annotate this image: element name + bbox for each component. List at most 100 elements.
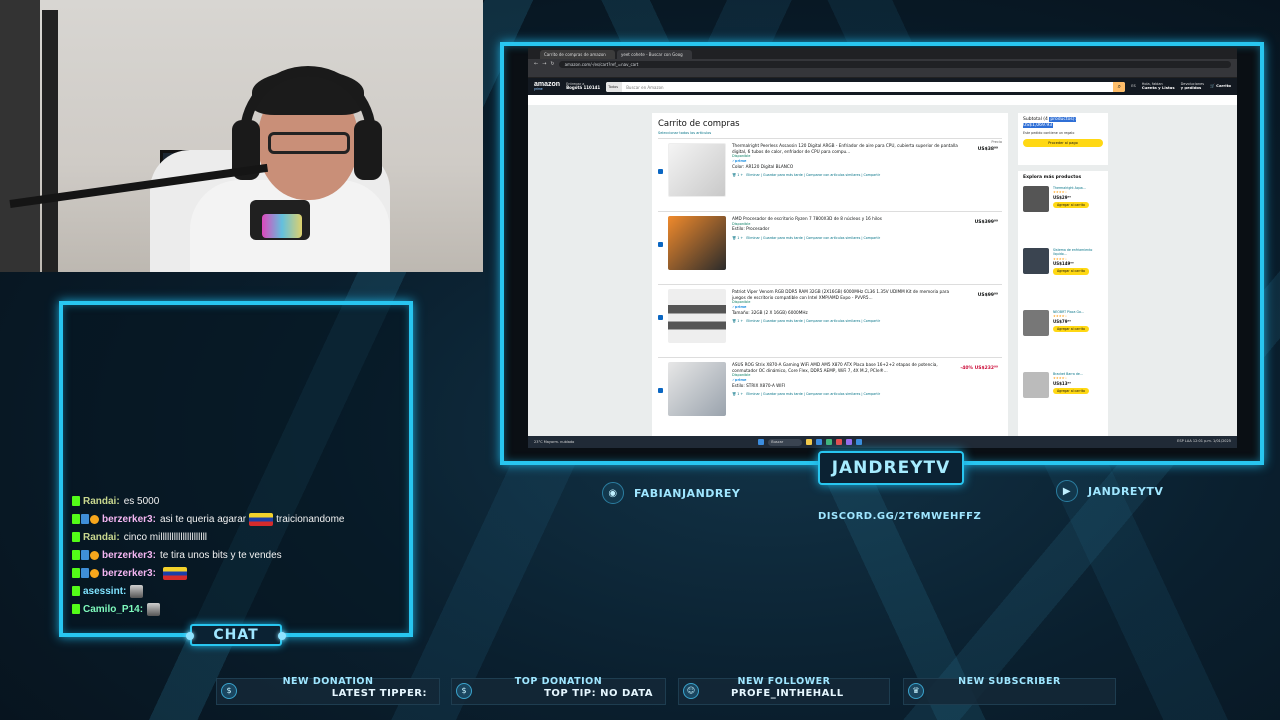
quantity-stepper[interactable]: 1 bbox=[737, 319, 739, 323]
explore-title: Explora más productos bbox=[1023, 175, 1082, 180]
quantity-stepper[interactable]: 1 bbox=[737, 392, 739, 396]
cart-icon: 🛒 bbox=[1210, 83, 1215, 89]
item-actions[interactable]: 🗑 1 + Eliminar | Guardar para más tarde … bbox=[732, 392, 962, 396]
item-action-links[interactable]: Eliminar | Guardar para más tarde | Comp… bbox=[746, 319, 880, 323]
obs-icon[interactable] bbox=[856, 439, 863, 445]
cart-button[interactable]: 🛒 Carrito bbox=[1210, 83, 1231, 89]
kick-badge-icon bbox=[72, 604, 80, 614]
recommended-product-image[interactable] bbox=[1023, 248, 1049, 274]
recommended-product-image[interactable] bbox=[1023, 310, 1049, 336]
chat-username[interactable]: berzerker3: bbox=[102, 514, 156, 525]
recommended-product[interactable]: Thermalright Aqua... ★★★★☆ US$29⁹⁹ Agreg… bbox=[1023, 186, 1103, 242]
account-menu[interactable]: Hola, fabian Cuenta y Listas bbox=[1142, 82, 1175, 91]
quantity-stepper[interactable]: 1 bbox=[737, 236, 739, 240]
orders-label: y pedidos bbox=[1180, 85, 1202, 91]
cart-panel: Carrito de compras Seleccionar todos los… bbox=[652, 113, 1008, 443]
add-to-cart-button[interactable]: Agregar al carrito bbox=[1053, 201, 1089, 209]
gift-checkbox[interactable]: Este pedido contiene un regalo bbox=[1023, 131, 1103, 135]
webcam-door bbox=[0, 0, 40, 272]
cart-item: AMD Procesador de escritorio Ryzen 7 780… bbox=[658, 211, 1002, 281]
chat-username[interactable]: berzerker3: bbox=[102, 568, 156, 579]
chat-label: CHAT bbox=[186, 624, 286, 646]
recommended-product-info: Thermalright Aqua... ★★★★☆ US$29⁹⁹ Agreg… bbox=[1053, 186, 1089, 242]
deliver-to-location: Bogotá 110141 bbox=[566, 85, 601, 91]
item-checkbox[interactable] bbox=[658, 143, 668, 208]
select-all-link[interactable]: Seleccionar todos los artículos bbox=[658, 131, 1002, 135]
search-icon[interactable]: ⌕ bbox=[1113, 81, 1126, 92]
add-to-cart-button[interactable]: Agregar al carrito bbox=[1053, 268, 1089, 275]
app-icon[interactable] bbox=[836, 439, 843, 445]
search-input[interactable]: Buscar en Amazon bbox=[622, 82, 1113, 92]
product-image-ryzen[interactable] bbox=[668, 216, 726, 270]
chat-username[interactable]: Randai: bbox=[83, 532, 120, 543]
chat-username[interactable]: Randai: bbox=[83, 496, 120, 507]
item-checkbox[interactable] bbox=[658, 362, 668, 427]
windows-start-icon[interactable] bbox=[758, 439, 765, 445]
recommended-product-info: Sistema de enfriamiento líquido... ★★★★☆… bbox=[1053, 248, 1103, 304]
forward-arrow-icon[interactable]: → bbox=[542, 61, 546, 67]
item-action-links[interactable]: Eliminar | Guardar para más tarde | Comp… bbox=[746, 173, 880, 177]
explore-more-products: Explora más productos Thermalright Aqua.… bbox=[1018, 171, 1108, 445]
windows-taskbar: 23°C Mayorm. nublado Buscar ESP LAA 12:0… bbox=[528, 436, 1237, 448]
browser-tab-amazon-cart[interactable]: Carrito de compras de amazon bbox=[540, 50, 615, 59]
product-image-motherboard[interactable] bbox=[668, 362, 726, 416]
recommended-product[interactable]: Sistema de enfriamiento líquido... ★★★★☆… bbox=[1023, 248, 1103, 304]
chat-emote bbox=[147, 602, 161, 616]
item-checkbox[interactable] bbox=[658, 289, 668, 354]
verified-badge-icon bbox=[81, 568, 89, 578]
recommended-product-price: US$79⁹⁹ bbox=[1053, 318, 1071, 324]
recommended-product[interactable]: Bracket Barra de... ★★★★☆ US$13⁹⁹ Agrega… bbox=[1023, 372, 1103, 428]
product-option: Tamaño: 32GB (2 X 16GB) 6000MHz bbox=[732, 309, 808, 315]
item-price: US$38⁹⁹ bbox=[977, 147, 998, 152]
chat-message: Randai: es 5000 bbox=[72, 492, 402, 510]
product-option: Estilo: STRIX X870-A WIFI bbox=[732, 382, 786, 388]
product-title[interactable]: ASUS ROG Strix X870-A Gaming WiFi AMD AM… bbox=[732, 362, 962, 373]
recommended-product[interactable]: NEOBRT Placa Go... ★★★★☆ US$79⁹⁹ Agregar… bbox=[1023, 310, 1103, 366]
checkout-button[interactable]: Proceder al pago bbox=[1023, 138, 1103, 147]
language-selector[interactable]: ES bbox=[1131, 84, 1135, 88]
channel-brand: JANDREYTV bbox=[818, 451, 964, 485]
chat-username[interactable]: berzerker3: bbox=[102, 550, 156, 561]
search-category-select[interactable]: Todos bbox=[606, 81, 623, 92]
add-to-cart-button[interactable]: Agregar al carrito bbox=[1053, 325, 1089, 333]
kick-badge-icon bbox=[72, 496, 80, 506]
recommended-product-image[interactable] bbox=[1023, 186, 1049, 212]
system-tray[interactable]: ESP LAA 12:01 p.m. 1/01/2025 bbox=[1177, 439, 1231, 444]
edge-icon[interactable] bbox=[816, 439, 823, 445]
recommended-product-name[interactable]: Sistema de enfriamiento líquido... bbox=[1053, 248, 1103, 257]
cart-item: Thermalright Peerless Assassin 120 Digit… bbox=[658, 138, 1002, 208]
product-image-cooler[interactable] bbox=[668, 143, 726, 197]
chat-text: es 5000 bbox=[123, 495, 160, 507]
item-checkbox[interactable] bbox=[658, 216, 668, 281]
item-actions[interactable]: 🗑 1 + Eliminar | Guardar para más tarde … bbox=[732, 319, 962, 323]
product-title[interactable]: Patriot Viper Venom RGB DDR5 RAM 32GB (2… bbox=[732, 289, 962, 300]
file-explorer-icon[interactable] bbox=[806, 439, 813, 445]
quantity-stepper[interactable]: 1 bbox=[737, 173, 739, 177]
youtube-text: JANDREYTV bbox=[1088, 484, 1164, 498]
product-title[interactable]: Thermalright Peerless Assassin 120 Digit… bbox=[732, 143, 962, 154]
reload-icon[interactable]: ↻ bbox=[550, 61, 554, 67]
product-image-ram[interactable] bbox=[668, 289, 726, 343]
chat-message: Camilo_P14: bbox=[72, 600, 402, 618]
address-bar[interactable]: amazon.com/-/es/cart?ref_=nav_cart bbox=[558, 60, 1231, 68]
deliver-to[interactable]: Entregar a Bogotá 110141 bbox=[566, 82, 600, 91]
discord-app-icon[interactable] bbox=[846, 439, 853, 445]
amazon-logo[interactable]: amazon prime bbox=[534, 81, 560, 92]
chat-username[interactable]: Camilo_P14: bbox=[83, 604, 143, 615]
taskbar-search[interactable]: Buscar bbox=[768, 438, 803, 446]
product-option: Color: AR120 Digital BLANCO bbox=[732, 163, 794, 169]
chat-username[interactable]: asessint: bbox=[83, 586, 126, 597]
chrome-icon[interactable] bbox=[826, 439, 833, 445]
item-actions[interactable]: 🗑 1 + Eliminar | Guardar para más tarde … bbox=[732, 236, 962, 240]
item-actions[interactable]: 🗑 1 + Eliminar | Guardar para más tarde … bbox=[732, 173, 962, 177]
weather-widget[interactable]: 23°C Mayorm. nublado bbox=[534, 440, 574, 444]
chat-text: asi te queria agarar bbox=[159, 513, 247, 525]
back-arrow-icon[interactable]: ← bbox=[534, 61, 538, 67]
recommended-product-image[interactable] bbox=[1023, 372, 1049, 398]
item-action-links[interactable]: Eliminar | Guardar para más tarde | Comp… bbox=[746, 392, 880, 396]
item-action-links[interactable]: Eliminar | Guardar para más tarde | Comp… bbox=[746, 236, 880, 240]
recommended-product-info: Bracket Barra de... ★★★★☆ US$13⁹⁹ Agrega… bbox=[1053, 372, 1089, 428]
add-to-cart-button[interactable]: Agregar al carrito bbox=[1053, 387, 1089, 395]
browser-tab-google[interactable]: yeet cohete - Buscar con Goog bbox=[617, 50, 692, 59]
returns-orders[interactable]: Devoluciones y pedidos bbox=[1181, 82, 1205, 91]
